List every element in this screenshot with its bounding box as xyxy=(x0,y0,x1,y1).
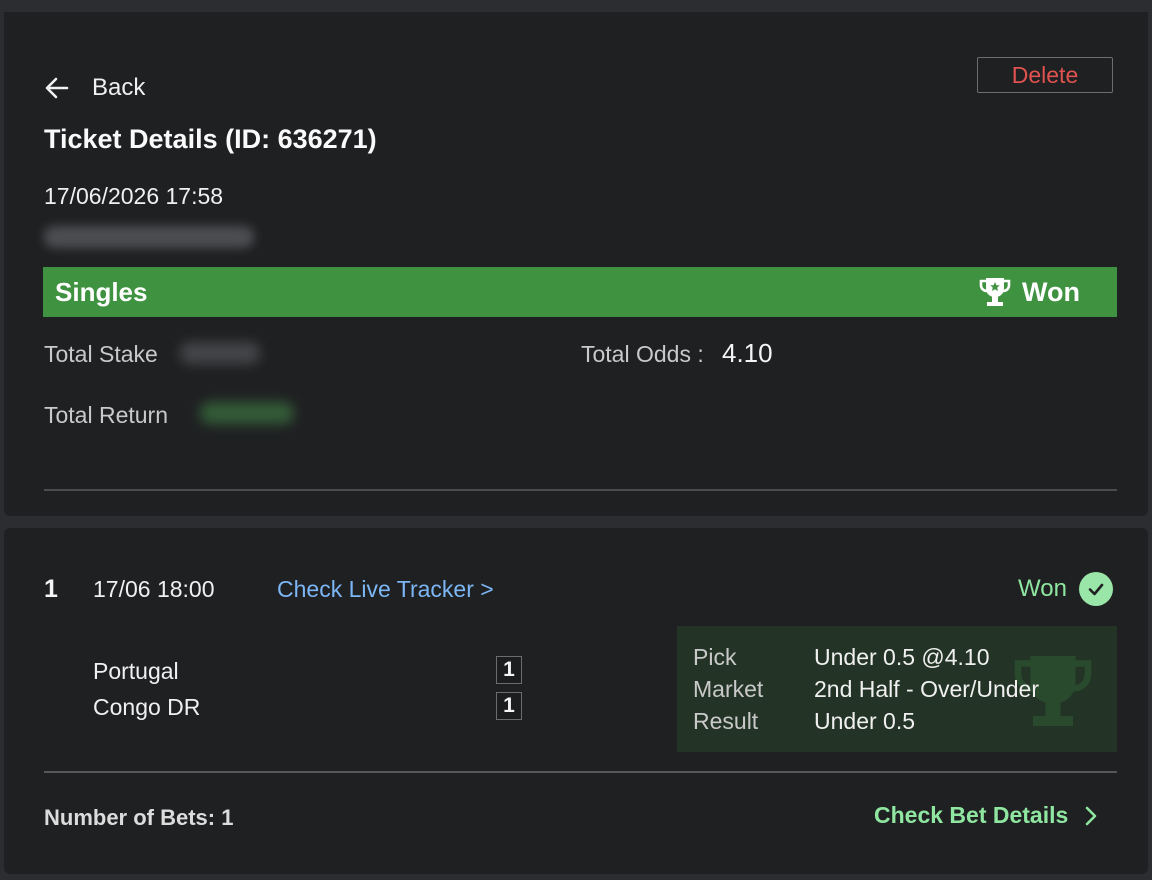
chevron-right-icon xyxy=(1086,806,1097,825)
check-bet-details-label: Check Bet Details xyxy=(874,802,1069,828)
result-label: Result xyxy=(693,708,759,734)
bet-status-label: Won xyxy=(1018,575,1067,602)
trophy-icon xyxy=(979,278,1011,306)
back-button[interactable]: Back xyxy=(44,72,145,104)
bet-status: Won xyxy=(1018,572,1113,606)
check-circle-icon xyxy=(1078,572,1113,606)
bet-type-banner: Singles Won xyxy=(43,267,1117,317)
redacted-text xyxy=(44,226,254,248)
ticket-datetime: 17/06/2026 17:58 xyxy=(44,183,224,209)
home-score: 1 xyxy=(496,656,522,684)
ticket-status-label: Won xyxy=(1022,276,1080,307)
total-return-label: Total Return xyxy=(44,402,169,428)
bet-item-card: 1 17/06 18:00 Check Live Tracker > Won P… xyxy=(4,528,1148,874)
divider xyxy=(44,771,1117,773)
bet-type-label: Singles xyxy=(55,276,148,307)
result-value: Under 0.5 xyxy=(814,708,916,734)
redacted-return xyxy=(200,402,294,424)
away-team: Congo DR xyxy=(93,694,201,720)
number-of-bets: Number of Bets: 1 xyxy=(44,805,234,830)
page-title: Ticket Details (ID: 636271) xyxy=(44,124,377,154)
market-label: Market xyxy=(693,676,764,702)
check-bet-details-link[interactable]: Check Bet Details xyxy=(874,802,1100,829)
pick-label: Pick xyxy=(693,644,737,670)
back-label: Back xyxy=(92,74,146,101)
total-stake-label: Total Stake xyxy=(44,341,158,367)
market-value: 2nd Half - Over/Under xyxy=(814,676,1039,702)
divider xyxy=(44,489,1117,491)
pick-details-panel: Pick Under 0.5 @4.10 Market 2nd Half - O… xyxy=(677,626,1117,752)
total-odds-label: Total Odds : xyxy=(581,341,704,367)
redacted-stake xyxy=(180,342,260,364)
match-datetime: 17/06 18:00 xyxy=(93,576,215,602)
ticket-summary-card: Back Delete Ticket Details (ID: 636271) … xyxy=(4,12,1148,516)
away-score: 1 xyxy=(496,692,522,720)
ticket-status: Won xyxy=(978,276,1080,308)
delete-button[interactable]: Delete xyxy=(977,57,1113,93)
pick-value: Under 0.5 @4.10 xyxy=(814,644,990,670)
total-odds-value: 4.10 xyxy=(722,338,773,368)
home-team: Portugal xyxy=(93,658,179,684)
bet-index: 1 xyxy=(44,575,58,603)
live-tracker-link[interactable]: Check Live Tracker > xyxy=(277,576,494,603)
arrow-left-icon xyxy=(45,77,69,99)
